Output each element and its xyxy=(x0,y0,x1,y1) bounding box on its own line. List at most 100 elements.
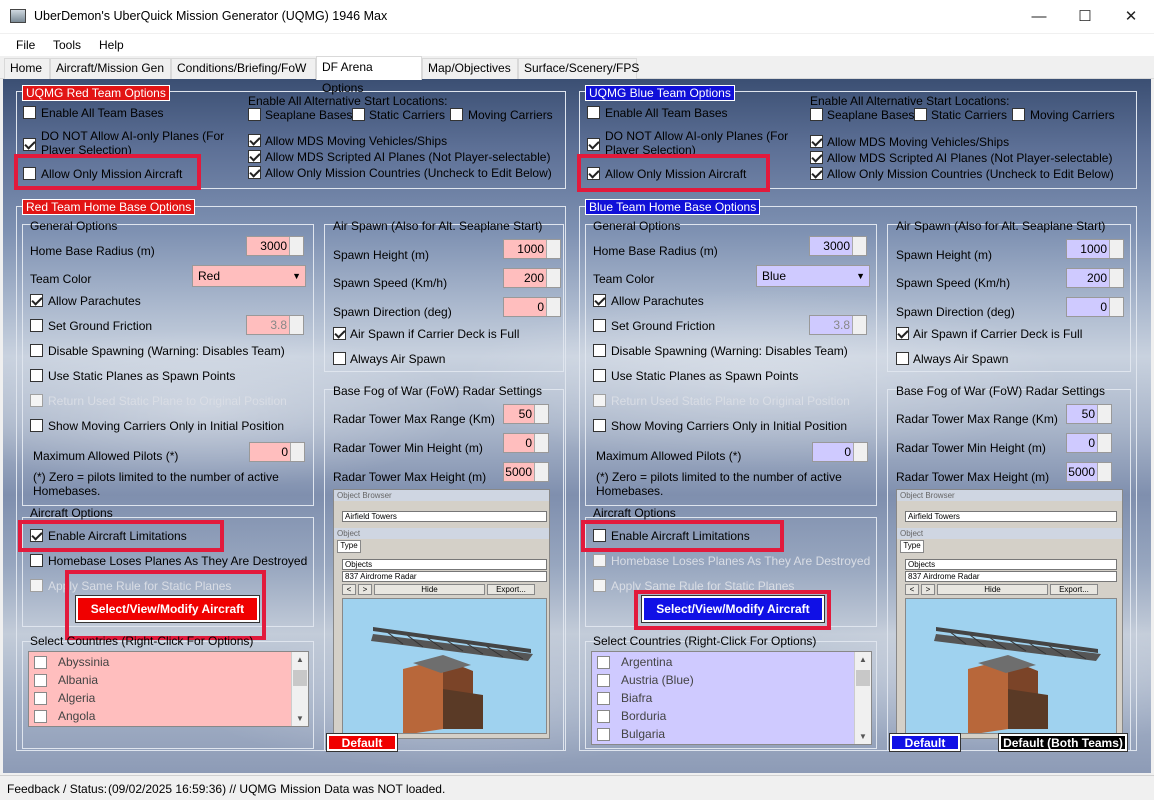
blue-radar-range-spinner[interactable]: 50 xyxy=(1066,404,1112,424)
red-spawn-height-spinner[interactable]: 1000 xyxy=(503,239,561,259)
red-no-ai-only-checkbox[interactable] xyxy=(23,138,36,151)
blue-return-static-checkbox[interactable] xyxy=(593,394,606,407)
list-item[interactable]: Argentina xyxy=(592,654,871,672)
close-button[interactable]: ✕ xyxy=(1108,0,1154,33)
menu-file[interactable]: File xyxy=(16,38,35,52)
blue-enable-limits-checkbox[interactable] xyxy=(593,529,606,542)
scroll-up-icon[interactable]: ▲ xyxy=(859,655,867,664)
list-item[interactable]: Austria (Blue) xyxy=(592,672,871,690)
scroll-down-icon[interactable]: ▼ xyxy=(859,732,867,741)
ob-item-select[interactable]: 837 Airdrome Radar xyxy=(905,571,1117,582)
list-item[interactable]: Angola xyxy=(29,708,308,726)
red-mds-vehicles-checkbox[interactable] xyxy=(248,134,261,147)
red-moving-initial-checkbox[interactable] xyxy=(30,419,43,432)
red-mds-scripted-checkbox[interactable] xyxy=(248,150,261,163)
ob-category-select[interactable]: Airfield Towers xyxy=(342,511,547,522)
red-loses-planes-checkbox[interactable] xyxy=(30,554,43,567)
blue-max-pilots-spinner[interactable]: 0 xyxy=(812,442,868,462)
list-item[interactable]: Bulgaria xyxy=(592,726,871,744)
blue-no-ai-only-checkbox[interactable] xyxy=(587,138,600,151)
blue-parachutes-checkbox[interactable] xyxy=(593,294,606,307)
red-default-button[interactable]: Default xyxy=(327,734,397,751)
default-both-teams-button[interactable]: Default (Both Teams) xyxy=(999,734,1127,751)
red-only-mission-aircraft-checkbox[interactable] xyxy=(23,167,36,180)
ob-export-button[interactable]: Export... xyxy=(487,584,535,595)
blue-moving-initial-checkbox[interactable] xyxy=(593,419,606,432)
red-return-static-checkbox[interactable] xyxy=(30,394,43,407)
ob-next-button[interactable]: > xyxy=(921,584,935,595)
red-spawn-dir-spinner[interactable]: 0 xyxy=(503,297,561,317)
list-item[interactable]: Biafra xyxy=(592,690,871,708)
ob-next-button[interactable]: > xyxy=(358,584,372,595)
ob-hide-button[interactable]: Hide xyxy=(374,584,485,595)
ob-hide-button[interactable]: Hide xyxy=(937,584,1048,595)
blue-always-air-checkbox[interactable] xyxy=(896,352,909,365)
red-radar-max-spinner[interactable]: 5000 xyxy=(503,462,549,482)
blue-air-if-full-checkbox[interactable] xyxy=(896,327,909,340)
blue-static-spawn-checkbox[interactable] xyxy=(593,369,606,382)
blue-moving-carriers-checkbox[interactable] xyxy=(1012,108,1025,121)
tab-aircraft-mission-gen[interactable]: Aircraft/Mission Gen xyxy=(50,58,171,79)
blue-only-countries-checkbox[interactable] xyxy=(810,167,823,180)
blue-countries-list[interactable]: Argentina Austria (Blue) Biafra Borduria… xyxy=(591,651,872,745)
ob-objects-select[interactable]: Objects xyxy=(342,559,547,570)
red-countries-list[interactable]: Abyssinia Albania Algeria Angola ▲ ▼ xyxy=(28,651,309,727)
red-disable-spawn-checkbox[interactable] xyxy=(30,344,43,357)
blue-only-mission-aircraft-checkbox[interactable] xyxy=(587,167,600,180)
red-moving-carriers-checkbox[interactable] xyxy=(450,108,463,121)
scroll-down-icon[interactable]: ▼ xyxy=(296,714,304,723)
red-countries-scrollbar[interactable]: ▲ ▼ xyxy=(291,652,308,726)
red-max-pilots-spinner[interactable]: 0 xyxy=(249,442,305,462)
red-static-carriers-checkbox[interactable] xyxy=(352,108,365,121)
blue-static-carriers-checkbox[interactable] xyxy=(914,108,927,121)
red-static-spawn-checkbox[interactable] xyxy=(30,369,43,382)
red-ground-friction-checkbox[interactable] xyxy=(30,319,43,332)
red-radius-spinner[interactable]: 3000 xyxy=(246,236,304,256)
ob-type-tab[interactable]: Type xyxy=(900,540,924,553)
tab-home[interactable]: Home xyxy=(4,58,50,79)
menu-tools[interactable]: Tools xyxy=(53,38,81,52)
blue-spawn-dir-spinner[interactable]: 0 xyxy=(1066,297,1124,317)
red-radar-min-spinner[interactable]: 0 xyxy=(503,433,549,453)
tab-surface-scenery[interactable]: Surface/Scenery/FPS xyxy=(518,58,639,79)
scroll-up-icon[interactable]: ▲ xyxy=(296,655,304,664)
red-same-rule-checkbox[interactable] xyxy=(30,579,43,592)
blue-radar-min-spinner[interactable]: 0 xyxy=(1066,433,1112,453)
list-item[interactable]: Algeria xyxy=(29,690,308,708)
ob-item-select[interactable]: 837 Airdrome Radar xyxy=(342,571,547,582)
red-radar-range-spinner[interactable]: 50 xyxy=(503,404,549,424)
red-team-color-select[interactable]: Red ▼ xyxy=(192,265,306,287)
blue-team-color-select[interactable]: Blue ▼ xyxy=(756,265,870,287)
red-spawn-speed-spinner[interactable]: 200 xyxy=(503,268,561,288)
blue-countries-scrollbar[interactable]: ▲ ▼ xyxy=(854,652,871,744)
blue-friction-spinner[interactable]: 3.8 xyxy=(809,315,867,335)
list-item[interactable]: Abyssinia xyxy=(29,654,308,672)
list-item[interactable]: Borduria xyxy=(592,708,871,726)
maximize-button[interactable]: ☐ xyxy=(1062,0,1108,33)
tab-conditions-briefing[interactable]: Conditions/Briefing/FoW xyxy=(171,58,316,79)
blue-enable-all-bases-checkbox[interactable] xyxy=(587,106,600,119)
red-parachutes-checkbox[interactable] xyxy=(30,294,43,307)
tab-map-objectives[interactable]: Map/Objectives xyxy=(422,58,518,79)
ob-category-select[interactable]: Airfield Towers xyxy=(905,511,1117,522)
list-item[interactable]: Albania xyxy=(29,672,308,690)
red-enable-all-bases-checkbox[interactable] xyxy=(23,106,36,119)
ob-objects-select[interactable]: Objects xyxy=(905,559,1117,570)
red-enable-limits-checkbox[interactable] xyxy=(30,529,43,542)
tab-df-arena-options[interactable]: DF Arena Options xyxy=(316,56,422,95)
blue-loses-planes-checkbox[interactable] xyxy=(593,554,606,567)
ob-prev-button[interactable]: < xyxy=(905,584,919,595)
blue-radar-max-spinner[interactable]: 5000 xyxy=(1066,462,1112,482)
menu-help[interactable]: Help xyxy=(99,38,124,52)
red-friction-spinner[interactable]: 3.8 xyxy=(246,315,304,335)
ob-type-tab[interactable]: Type xyxy=(337,540,361,553)
blue-select-aircraft-button[interactable]: Select/View/Modify Aircraft xyxy=(642,596,824,622)
blue-mds-vehicles-checkbox[interactable] xyxy=(810,135,823,148)
blue-mds-scripted-checkbox[interactable] xyxy=(810,151,823,164)
ob-prev-button[interactable]: < xyxy=(342,584,356,595)
red-only-countries-checkbox[interactable] xyxy=(248,166,261,179)
blue-spawn-speed-spinner[interactable]: 200 xyxy=(1066,268,1124,288)
minimize-button[interactable]: — xyxy=(1016,0,1062,33)
blue-default-button[interactable]: Default xyxy=(890,734,960,751)
red-always-air-checkbox[interactable] xyxy=(333,352,346,365)
